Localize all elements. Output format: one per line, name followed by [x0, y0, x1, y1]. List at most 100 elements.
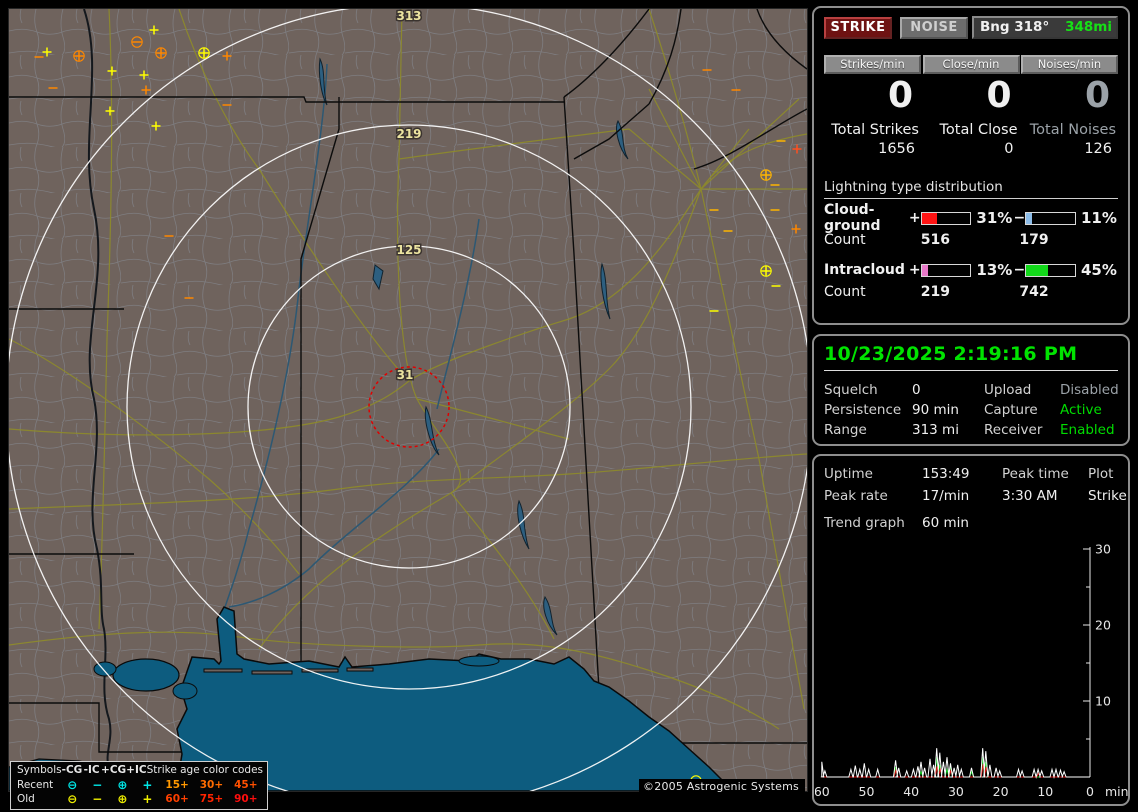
- noise-mode-button[interactable]: NOISE: [900, 17, 968, 39]
- upload-label: Upload: [984, 382, 1060, 398]
- ic-positive-count: 219: [921, 284, 1020, 300]
- age-badge-90: 90+: [229, 792, 263, 807]
- ic-negative-pct: 45%: [1081, 261, 1118, 279]
- legend-symbols-label: Symbols: [17, 763, 62, 778]
- copyright-text: ©2005 Astrogenic Systems: [639, 779, 805, 795]
- trend-graph-chart: 1020306050403020100min: [815, 544, 1131, 802]
- noises-per-min-button[interactable]: Noises/min: [1021, 55, 1118, 74]
- legend-age-title: Strike age color codes: [147, 763, 263, 778]
- strikes-per-min-button[interactable]: Strikes/min: [824, 55, 921, 74]
- uptime-label: Uptime: [824, 466, 922, 482]
- age-badge-30: 30+: [194, 778, 228, 793]
- receiver-status: Enabled: [1060, 422, 1118, 438]
- plus-sign: +: [909, 262, 921, 278]
- distribution-title: Lightning type distribution: [824, 179, 1118, 199]
- total-close-label: Total Close: [923, 122, 1020, 138]
- intracloud-row: Intracloud + 13% − 45%: [824, 260, 1118, 280]
- noises-per-min-value: 0: [1021, 74, 1118, 120]
- intracloud-count-row: Count 219 742: [824, 284, 1118, 300]
- minus-sign: −: [1013, 210, 1025, 226]
- trend-graph-row: Trend graph 60 min: [824, 515, 1118, 531]
- svg-text:30: 30: [1095, 544, 1111, 557]
- peak-rate-row: Peak rate 17/min 3:30 AM Strike: [824, 485, 1118, 507]
- plot-label: Plot: [1088, 466, 1118, 482]
- svg-text:min: min: [1105, 784, 1129, 799]
- legend-old-row: Old ⊖ − ⊕ + 60+ 75+ 90+: [17, 792, 263, 807]
- old-neg-cg-icon: ⊖: [60, 792, 85, 807]
- trend-panel: Uptime 153:49 Peak time Plot Peak rate 1…: [812, 454, 1130, 806]
- strike-stats-panel: STRIKE NOISE Bng 318° 348mi Strikes/min …: [812, 6, 1130, 325]
- total-strikes-value: 1656: [824, 141, 921, 157]
- uptime-value: 153:49: [922, 466, 1002, 482]
- capture-label: Capture: [984, 402, 1060, 418]
- upload-status: Disabled: [1060, 382, 1119, 398]
- svg-text:0: 0: [1086, 784, 1094, 799]
- strikes-per-min-value: 0: [824, 74, 921, 120]
- datetime-display: 10/23/2025 2:19:16 PM: [824, 343, 1118, 371]
- close-per-min-value: 0: [923, 74, 1020, 120]
- squelch-row: Squelch 0 Upload Disabled: [824, 380, 1118, 400]
- total-noises-label: Total Noises: [1021, 122, 1118, 138]
- nexstorm-app: 313 219 125 31 ©2005 Astrogenic Systems …: [0, 0, 1138, 812]
- cg-negative-bar: [1025, 212, 1076, 225]
- cplus-strike-icon: [761, 266, 771, 276]
- svg-text:10: 10: [1037, 784, 1053, 799]
- age-badge-15: 15+: [160, 778, 194, 793]
- capture-status: Active: [1060, 402, 1118, 418]
- ring-label-219: 219: [396, 127, 421, 141]
- count-label: Count: [824, 284, 921, 300]
- age-badge-75: 75+: [194, 792, 228, 807]
- total-noises-value: 126: [1021, 141, 1118, 157]
- ring-label-31: 31: [397, 368, 414, 382]
- uptime-row: Uptime 153:49 Peak time Plot: [824, 463, 1118, 485]
- plot-mode-value: Strike: [1088, 488, 1127, 504]
- bearing-distance: 348mi: [1065, 19, 1112, 35]
- svg-text:30: 30: [948, 784, 964, 799]
- legend-col-pos-ic: +IC: [126, 763, 146, 778]
- strikes-per-min-column: Strikes/min 0 Total Strikes 1656: [824, 55, 921, 157]
- squelch-value: 0: [912, 382, 984, 398]
- peak-time-value: 3:30 AM: [1002, 488, 1088, 504]
- close-per-min-column: Close/min 0 Total Close 0: [923, 55, 1020, 157]
- strike-mode-button[interactable]: STRIKE: [824, 17, 892, 39]
- recent-pos-cg-icon: ⊕: [110, 778, 135, 793]
- svg-text:20: 20: [1095, 618, 1111, 633]
- cloud-ground-row: Cloud-ground + 31% − 11%: [824, 208, 1118, 228]
- ic-positive-bar: [921, 264, 972, 277]
- cloud-ground-count-row: Count 516 179: [824, 232, 1118, 248]
- legend-recent-label: Recent: [17, 778, 60, 793]
- cg-positive-count: 516: [921, 232, 1020, 248]
- cg-positive-bar: [921, 212, 972, 225]
- cplus-strike-icon: [761, 170, 771, 180]
- legend-col-neg-ic: -IC: [82, 763, 101, 778]
- persistence-label: Persistence: [824, 402, 912, 418]
- svg-text:50: 50: [859, 784, 875, 799]
- recent-pos-ic-icon: +: [135, 778, 160, 793]
- mode-button-row: STRIKE NOISE Bng 318° 348mi: [824, 16, 1118, 39]
- old-neg-ic-icon: −: [85, 792, 110, 807]
- legend-recent-row: Recent ⊖ − ⊕ + 15+ 30+ 45+: [17, 778, 263, 793]
- range-value: 313 mi: [912, 422, 984, 438]
- ring-label-125: 125: [396, 243, 421, 257]
- total-strikes-label: Total Strikes: [824, 122, 921, 138]
- total-close-value: 0: [923, 141, 1020, 157]
- persistence-value: 90 min: [912, 402, 984, 418]
- svg-text:40: 40: [903, 784, 919, 799]
- cloud-ground-label: Cloud-ground: [824, 202, 909, 234]
- legend-col-pos-cg: +CG: [101, 763, 126, 778]
- age-badge-60: 60+: [160, 792, 194, 807]
- plus-sign: +: [909, 210, 921, 226]
- old-pos-ic-icon: +: [135, 792, 160, 807]
- ic-negative-count: 742: [1019, 284, 1118, 300]
- ring-label-313: 313: [396, 9, 421, 23]
- trend-series-total: [822, 748, 1090, 777]
- trend-graph-label: Trend graph: [824, 515, 922, 531]
- close-per-min-button[interactable]: Close/min: [923, 55, 1020, 74]
- ic-positive-pct: 13%: [976, 261, 1013, 279]
- legend-header-row: Symbols -CG -IC +CG +IC Strike age color…: [17, 763, 263, 778]
- count-label: Count: [824, 232, 921, 248]
- lightning-map[interactable]: 313 219 125 31 ©2005 Astrogenic Systems: [8, 8, 808, 792]
- old-pos-cg-icon: ⊕: [110, 792, 135, 807]
- cg-positive-pct: 31%: [976, 209, 1013, 227]
- legend-old-label: Old: [17, 792, 60, 807]
